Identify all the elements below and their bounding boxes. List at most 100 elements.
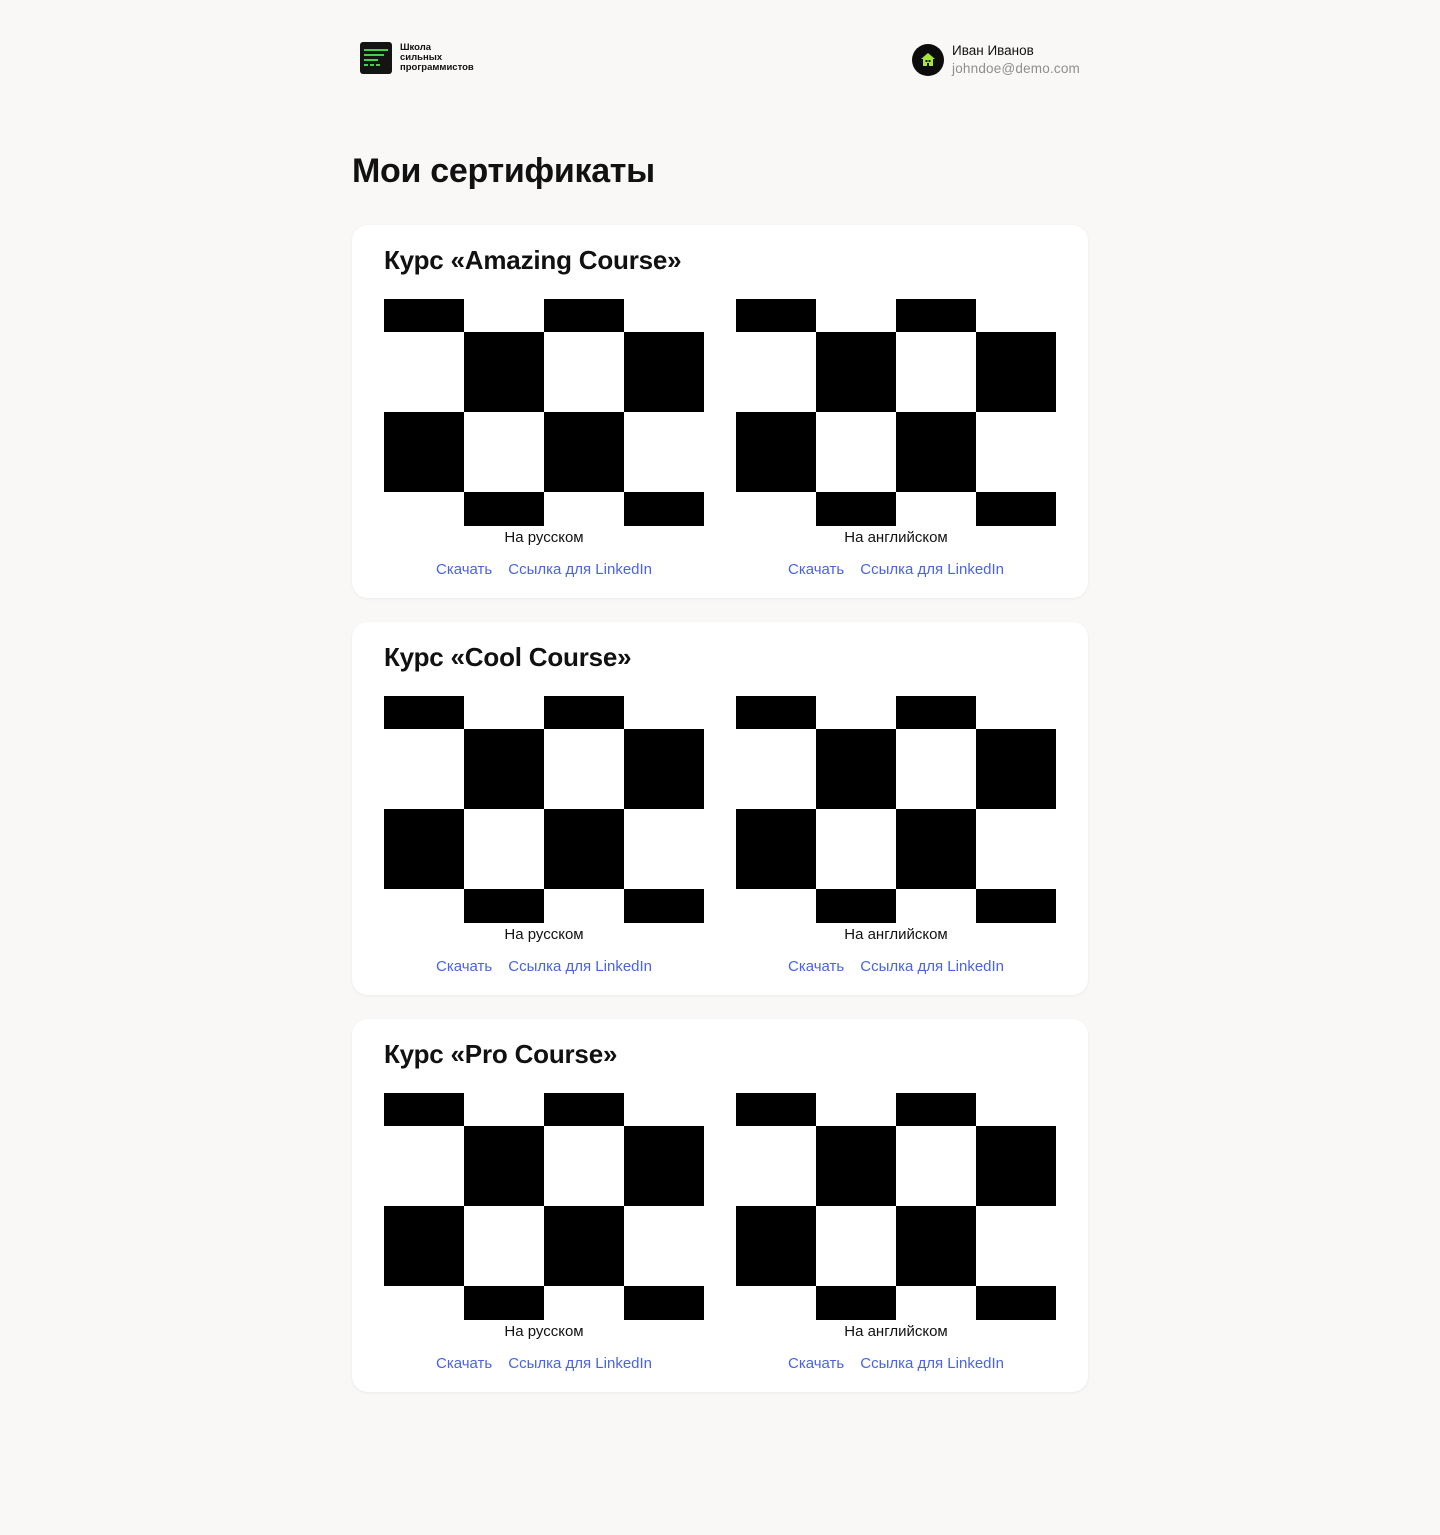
certificate-preview-image[interactable] <box>736 299 1056 526</box>
certificate-language-label: На английском <box>844 529 948 546</box>
checker-cell <box>624 889 704 923</box>
checker-cell <box>816 1286 896 1320</box>
certificate-language-label: На русском <box>504 926 584 943</box>
linkedin-link[interactable]: Ссылка для LinkedIn <box>860 560 1004 580</box>
certificates-list: Курс «Amazing Course» На русском Скачать… <box>352 225 1088 1416</box>
checker-cell <box>896 1206 976 1286</box>
checker-cell <box>384 1093 464 1126</box>
certificate-ru: На русском Скачать Ссылка для LinkedIn <box>384 1093 704 1374</box>
linkedin-link[interactable]: Ссылка для LinkedIn <box>508 1354 652 1374</box>
certificate-preview-image[interactable] <box>736 1093 1056 1320</box>
avatar-house-icon <box>912 44 945 76</box>
checker-cell <box>544 1206 624 1286</box>
checker-cell <box>896 299 976 332</box>
certificate-language-label: На английском <box>844 1323 948 1340</box>
user-info: Иван Иванов johndoe@demo.com <box>952 42 1080 78</box>
checker-cell <box>544 1093 624 1126</box>
checker-cell <box>896 1093 976 1126</box>
course-card: Курс «Cool Course» На русском Скачать Сс… <box>352 622 1088 995</box>
checker-cell <box>816 729 896 809</box>
download-link[interactable]: Скачать <box>788 957 844 977</box>
certificate-preview-image[interactable] <box>384 696 704 923</box>
checker-cell <box>544 809 624 889</box>
checker-cell <box>736 809 816 889</box>
linkedin-link[interactable]: Ссылка для LinkedIn <box>508 957 652 977</box>
checker-cell <box>464 889 544 923</box>
checker-cell <box>976 889 1056 923</box>
checker-cell <box>816 332 896 412</box>
download-link[interactable]: Скачать <box>436 957 492 977</box>
checker-cell <box>976 729 1056 809</box>
header: Школа сильных программистов Иван Иванов … <box>360 42 1080 76</box>
certificate-preview-image[interactable] <box>384 1093 704 1320</box>
checker-cell <box>896 809 976 889</box>
download-link[interactable]: Скачать <box>436 560 492 580</box>
certificate-preview-image[interactable] <box>384 299 704 526</box>
checker-cell <box>464 1286 544 1320</box>
certificate-language-label: На английском <box>844 926 948 943</box>
checker-cell <box>464 332 544 412</box>
certificate-language-label: На русском <box>504 1323 584 1340</box>
certificate-actions: Скачать Ссылка для LinkedIn <box>384 1354 704 1374</box>
checker-cell <box>624 1126 704 1206</box>
user-menu[interactable]: Иван Иванов johndoe@demo.com <box>912 42 1080 78</box>
checker-cell <box>624 729 704 809</box>
school-logo-icon <box>360 42 392 74</box>
linkedin-link[interactable]: Ссылка для LinkedIn <box>860 957 1004 977</box>
checker-cell <box>544 696 624 729</box>
checker-cell <box>816 889 896 923</box>
checker-cell <box>544 412 624 492</box>
checker-cell <box>624 332 704 412</box>
checker-cell <box>544 299 624 332</box>
linkedin-link[interactable]: Ссылка для LinkedIn <box>860 1354 1004 1374</box>
logo-line: программистов <box>400 62 474 73</box>
download-link[interactable]: Скачать <box>788 560 844 580</box>
checker-cell <box>384 1206 464 1286</box>
checker-cell <box>464 492 544 526</box>
checker-cell <box>896 412 976 492</box>
checker-cell <box>976 332 1056 412</box>
checker-cell <box>384 412 464 492</box>
user-email: johndoe@demo.com <box>952 61 1080 76</box>
logo[interactable]: Школа сильных программистов <box>360 42 490 74</box>
checker-cell <box>384 299 464 332</box>
certificate-en: На английском Скачать Ссылка для LinkedI… <box>736 299 1056 580</box>
checker-cell <box>736 1093 816 1126</box>
checker-cell <box>816 1126 896 1206</box>
user-name: Иван Иванов <box>952 43 1034 58</box>
certificate-ru: На русском Скачать Ссылка для LinkedIn <box>384 696 704 977</box>
checker-cell <box>976 1126 1056 1206</box>
certificate-actions: Скачать Ссылка для LinkedIn <box>736 560 1056 580</box>
checker-cell <box>976 492 1056 526</box>
checker-cell <box>384 809 464 889</box>
checker-cell <box>816 492 896 526</box>
certificate-actions: Скачать Ссылка для LinkedIn <box>736 957 1056 977</box>
page-title: Мои сертификаты <box>352 152 655 190</box>
course-card: Курс «Amazing Course» На русском Скачать… <box>352 225 1088 598</box>
linkedin-link[interactable]: Ссылка для LinkedIn <box>508 560 652 580</box>
course-card: Курс «Pro Course» На русском Скачать Ссы… <box>352 1019 1088 1392</box>
certificate-preview-image[interactable] <box>736 696 1056 923</box>
certificate-ru: На русском Скачать Ссылка для LinkedIn <box>384 299 704 580</box>
logo-text: Школа сильных программистов <box>400 43 490 73</box>
course-title: Курс «Pro Course» <box>384 1039 618 1069</box>
checker-cell <box>896 696 976 729</box>
certificate-en: На английском Скачать Ссылка для LinkedI… <box>736 696 1056 977</box>
checker-cell <box>736 696 816 729</box>
checker-cell <box>624 1286 704 1320</box>
download-link[interactable]: Скачать <box>436 1354 492 1374</box>
certificate-actions: Скачать Ссылка для LinkedIn <box>384 560 704 580</box>
checker-cell <box>736 412 816 492</box>
checker-cell <box>736 1206 816 1286</box>
checker-cell <box>976 1286 1056 1320</box>
checker-cell <box>384 696 464 729</box>
certificate-language-label: На русском <box>504 529 584 546</box>
checker-cell <box>464 729 544 809</box>
download-link[interactable]: Скачать <box>788 1354 844 1374</box>
checker-cell <box>464 1126 544 1206</box>
certificate-en: На английском Скачать Ссылка для LinkedI… <box>736 1093 1056 1374</box>
course-title: Курс «Cool Course» <box>384 642 632 672</box>
certificate-actions: Скачать Ссылка для LinkedIn <box>736 1354 1056 1374</box>
certificate-actions: Скачать Ссылка для LinkedIn <box>384 957 704 977</box>
course-title: Курс «Amazing Course» <box>384 245 682 275</box>
